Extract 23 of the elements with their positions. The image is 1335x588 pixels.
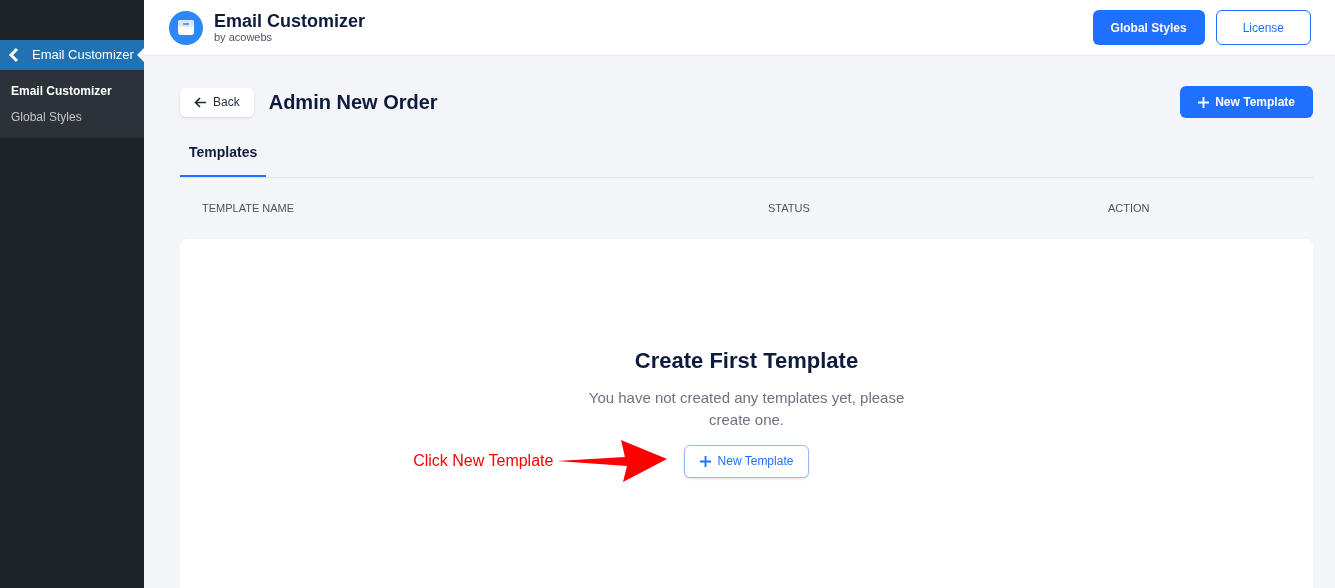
- new-template-button[interactable]: New Template: [1180, 86, 1313, 118]
- byline: by acowebs: [214, 32, 274, 43]
- app-name: Email Customizer: [214, 12, 366, 30]
- new-template-button[interactable]: New Template: [683, 444, 810, 478]
- arrow-left-icon: [194, 96, 207, 108]
- empty-state-message: You have not created any templates yet, please create one.: [587, 387, 906, 430]
- global-styles-button[interactable]: Global Styles: [1092, 10, 1205, 45]
- menu-item[interactable]: Email Customizer: [0, 40, 144, 70]
- inbox-logo-icon: [168, 9, 204, 46]
- plus-icon: [699, 455, 711, 467]
- back-button[interactable]: Back: [180, 87, 254, 117]
- submenu-item[interactable]: Email Customizer: [0, 78, 144, 104]
- column-header: ACTION: [1108, 201, 1151, 216]
- chevron-left-icon: [8, 47, 20, 63]
- license-button[interactable]: License: [1215, 10, 1311, 45]
- column-header: STATUS: [768, 201, 811, 216]
- annotation-text: Click New Template: [413, 450, 554, 471]
- empty-state-title: Create First Template: [634, 346, 859, 375]
- submenu-item[interactable]: Global Styles: [0, 104, 144, 130]
- column-header: TEMPLATE NAME: [202, 201, 296, 216]
- page-title: Admin New Order: [268, 90, 438, 115]
- plus-icon: [1198, 96, 1210, 108]
- tab[interactable]: Templates: [180, 142, 267, 177]
